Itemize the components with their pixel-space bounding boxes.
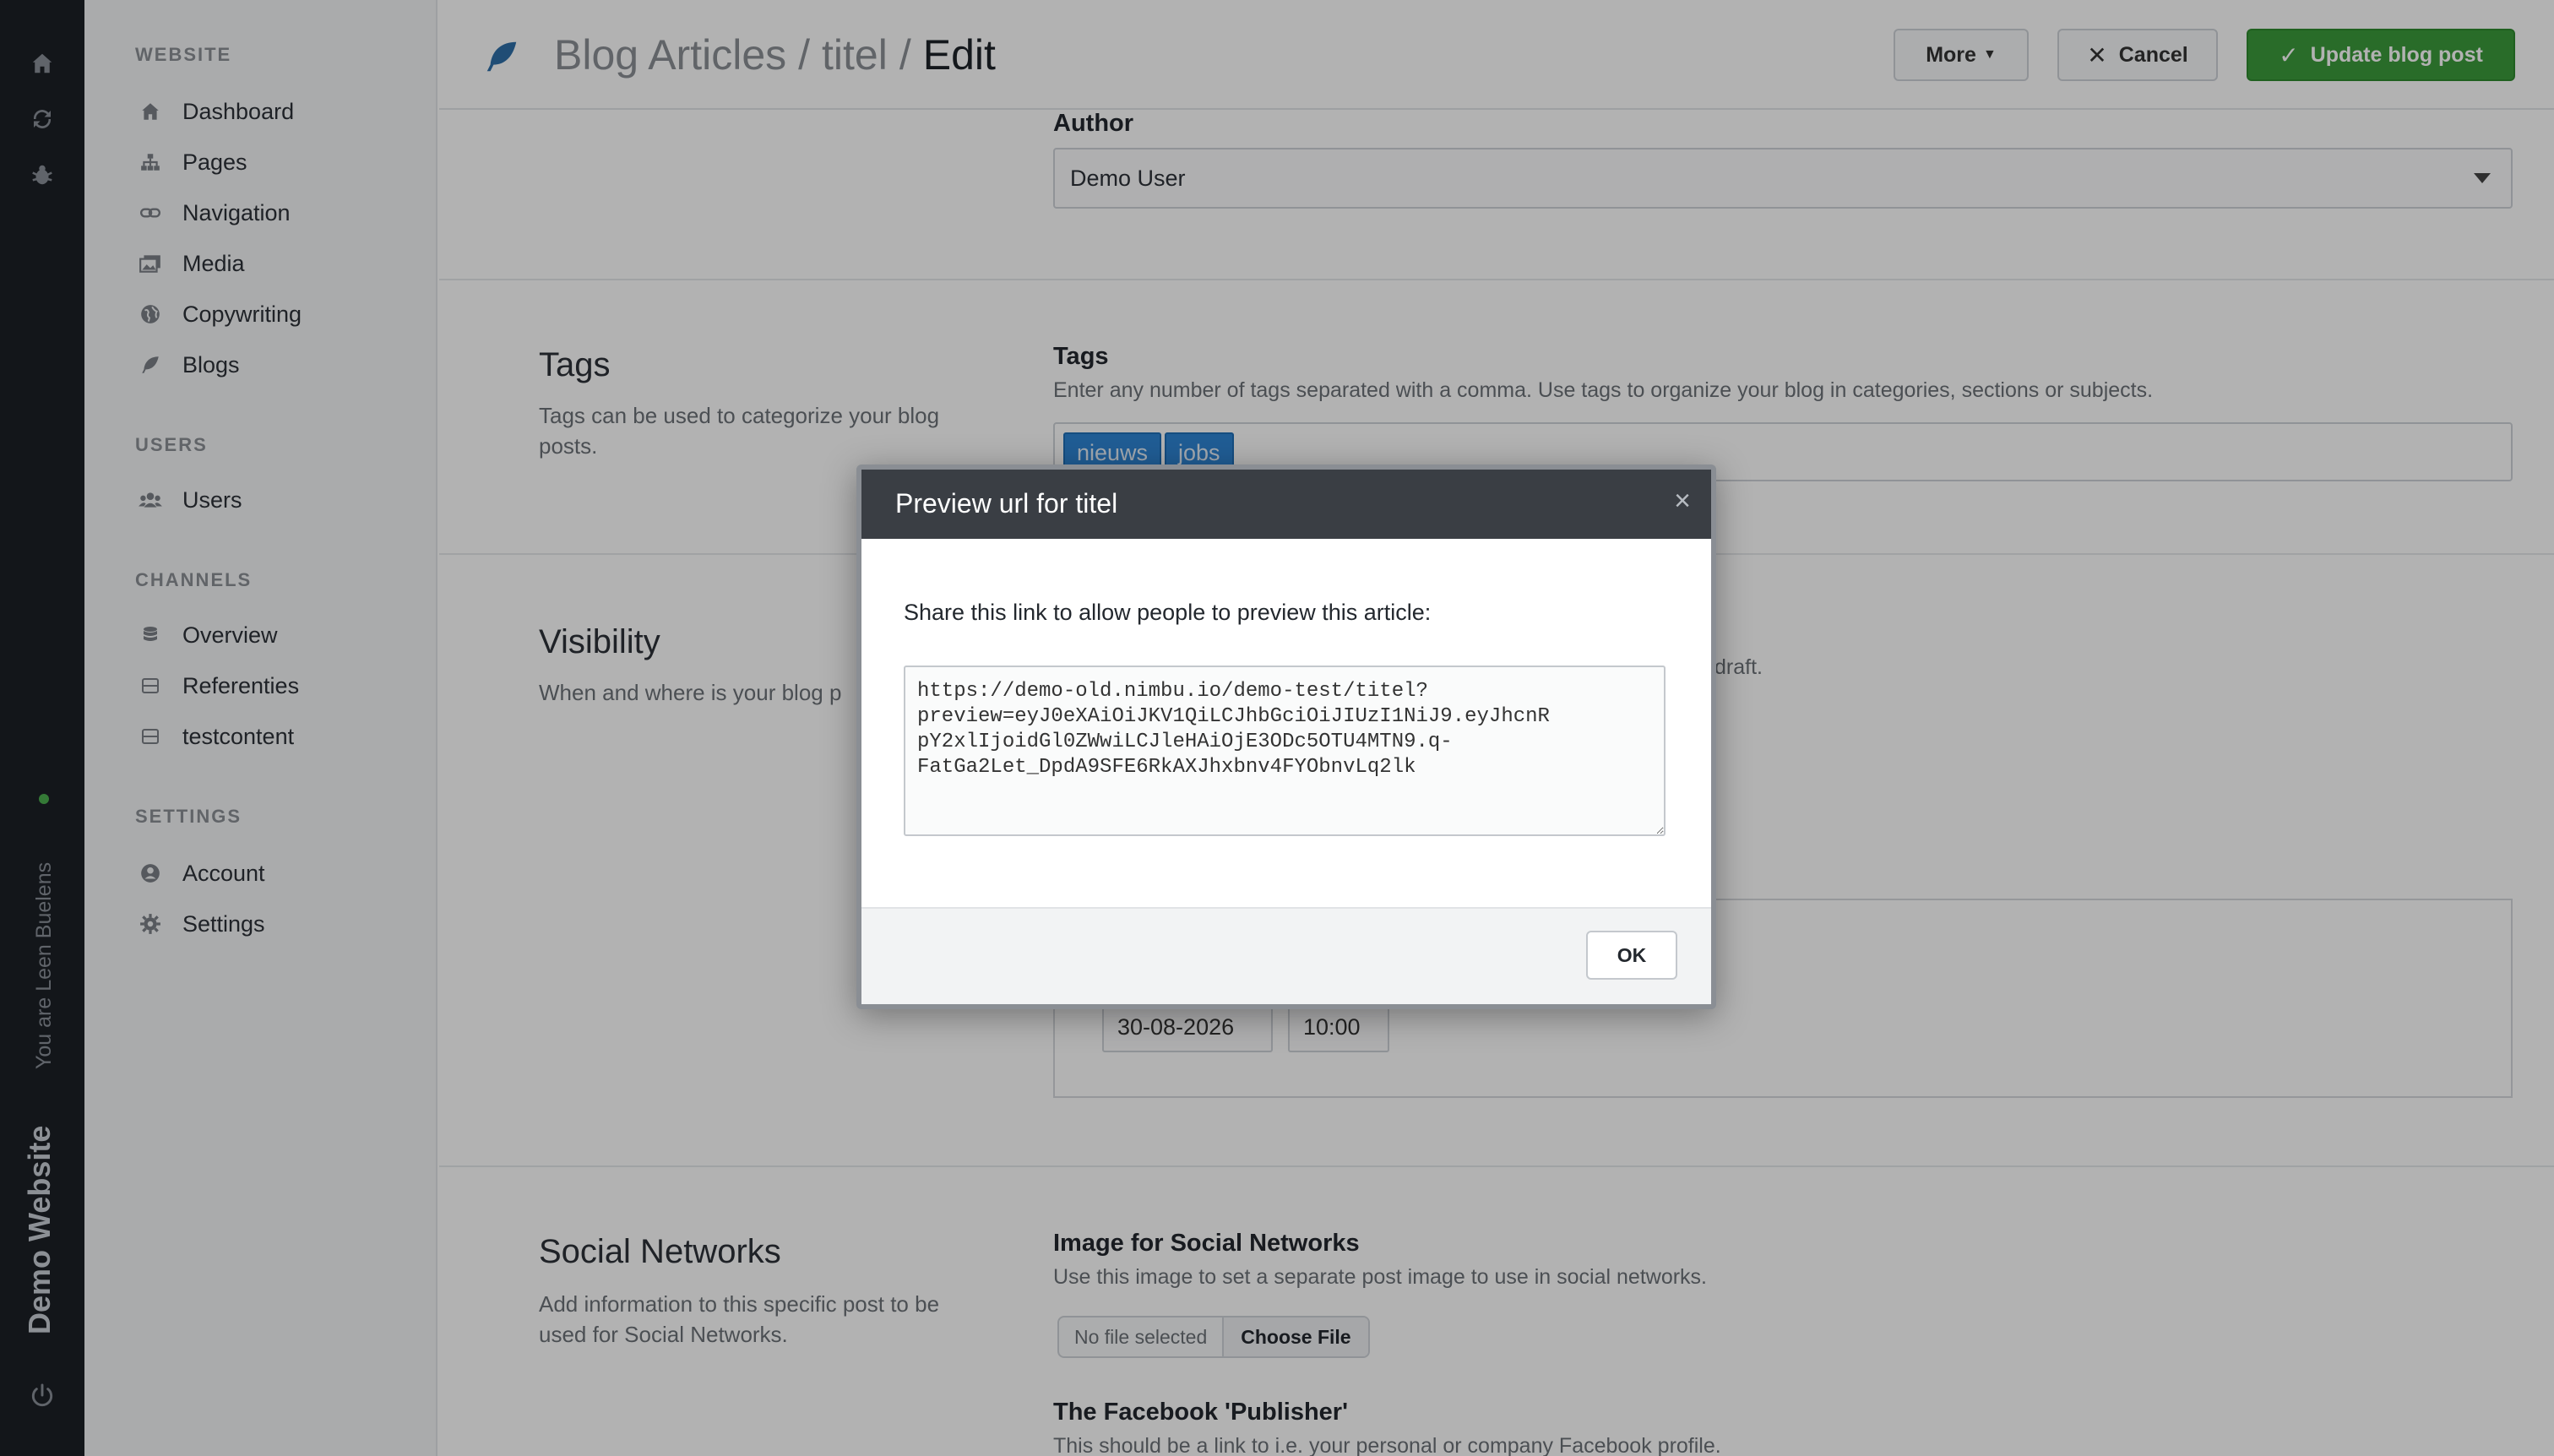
modal-header: Preview url for titel × <box>861 470 1711 539</box>
preview-url-modal: Preview url for titel × Share this link … <box>856 465 1716 1009</box>
ok-button[interactable]: OK <box>1586 931 1677 980</box>
modal-footer: OK <box>861 907 1711 1004</box>
preview-url-textarea[interactable]: https://demo-old.nimbu.io/demo-test/tite… <box>904 666 1666 836</box>
modal-title: Preview url for titel <box>895 488 1118 519</box>
modal-message: Share this link to allow people to previ… <box>904 600 1432 625</box>
close-icon[interactable]: × <box>1674 485 1691 518</box>
